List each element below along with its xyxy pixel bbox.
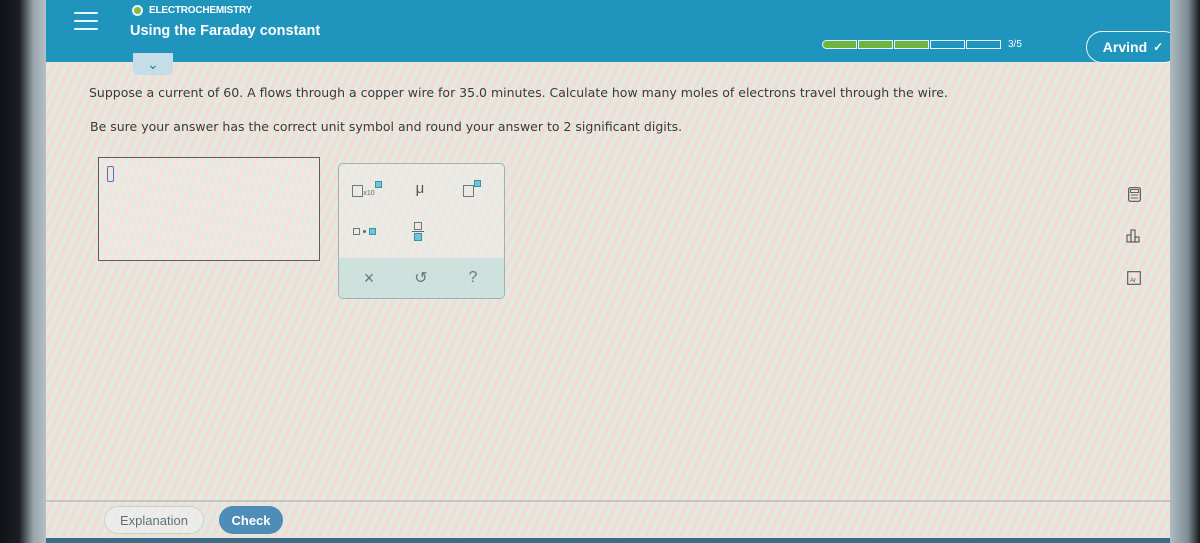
lesson-title: Using the Faraday constant [130,23,321,39]
progress-segment [930,40,965,49]
collapse-toggle[interactable]: ⌄ [133,53,173,75]
progress-segment [822,40,857,49]
clear-button[interactable]: × [355,264,383,292]
periodic-table-button[interactable]: Ar [1123,267,1145,289]
monitor-bezel-right [1170,0,1200,543]
chevron-down-icon: ✓ [1153,40,1164,54]
progress-segment [894,40,929,49]
x10-label: x10 [363,189,375,197]
help-button[interactable]: ? [459,264,487,292]
fraction-button[interactable] [405,214,431,248]
hamburger-menu-icon[interactable] [74,10,98,32]
progress-segment [858,40,893,49]
monitor-bezel-left [0,0,48,543]
explanation-button[interactable]: Explanation [104,506,204,534]
footer-divider [46,500,1186,502]
topic-name: ELECTROCHEMISTRY [149,5,253,16]
top-bar: ELECTROCHEMISTRY Using the Faraday const… [46,0,1186,63]
topic-status-dot [132,5,143,16]
progress-indicator: 3/5 [822,39,1022,50]
question-text: Suppose a current of 60. A flows through… [89,85,948,100]
progress-segment [966,40,1001,49]
palette-actions: × ↺ ? [339,258,504,298]
undo-button[interactable]: ↺ [407,264,435,292]
answer-input[interactable] [98,157,320,261]
app-screen: ELECTROCHEMISTRY Using the Faraday const… [46,0,1186,543]
scientific-notation-button[interactable]: x10 [347,176,387,200]
data-chart-button[interactable] [1123,225,1145,247]
chevron-down-icon: ⌄ [147,55,159,72]
instruction-text: Be sure your answer has the correct unit… [90,119,683,134]
superscript-button[interactable] [457,176,487,200]
user-menu-button[interactable]: Arvind ✓ [1086,31,1180,63]
bar-chart-icon [1126,229,1140,243]
bottom-bar [46,538,1186,543]
math-palette: x10 μ × ↺ ? [338,163,505,299]
user-name: Arvind [1102,39,1148,55]
periodic-table-icon: Ar [1127,271,1141,285]
micro-prefix-button[interactable]: μ [405,176,435,200]
calculator-icon [1127,186,1141,202]
text-cursor-icon [107,166,114,182]
svg-text:Ar: Ar [1130,278,1136,284]
topic-label: ELECTROCHEMISTRY [132,5,252,16]
check-button[interactable]: Check [219,506,283,534]
progress-label: 3/5 [1008,39,1022,50]
calculator-button[interactable] [1123,183,1145,205]
multiply-dot-button[interactable] [349,220,379,242]
